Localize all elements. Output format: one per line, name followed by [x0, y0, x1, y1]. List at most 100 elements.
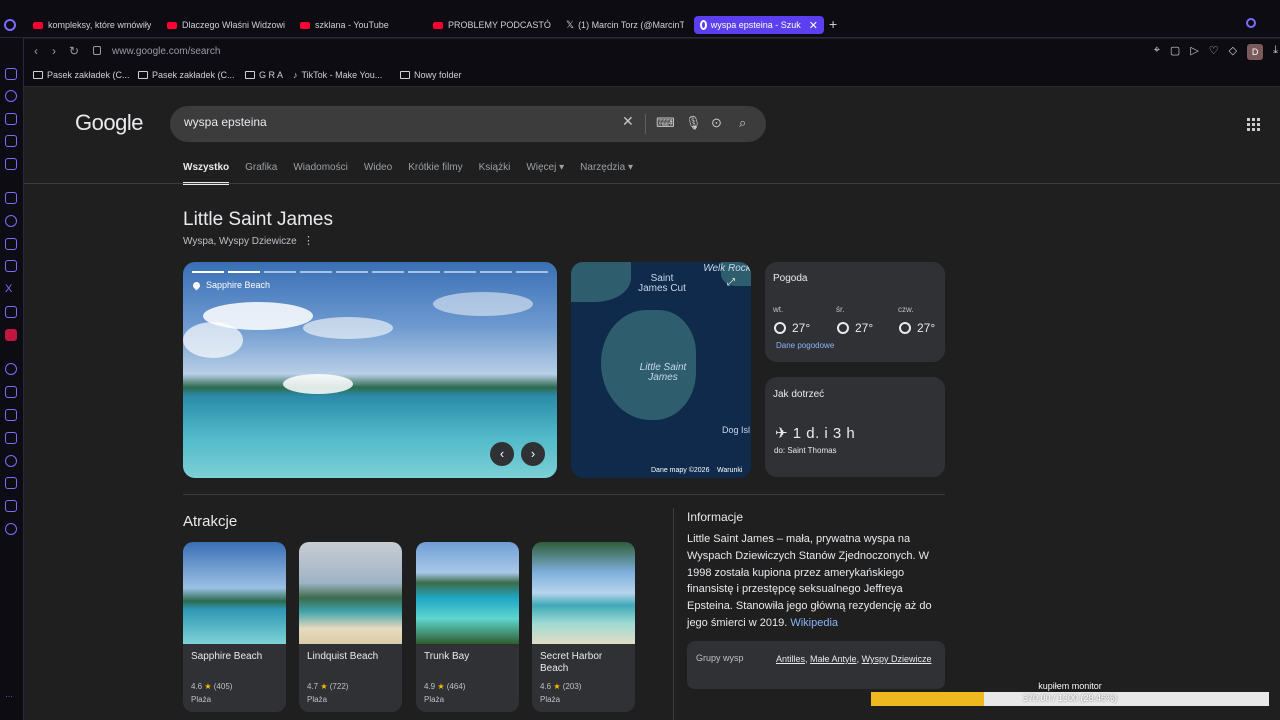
- extensions-icon[interactable]: ◇: [1229, 44, 1237, 60]
- snapshot-icon[interactable]: ▢: [1170, 44, 1180, 60]
- tab-2[interactable]: Dlaczego Właśni Widzowie: [167, 16, 285, 34]
- directions-card[interactable]: Jak dotrzeć ✈ 1 d. i 3 h do: Saint Thoma…: [765, 377, 945, 477]
- youtube-music-icon[interactable]: [5, 329, 17, 341]
- twitch-icon[interactable]: [5, 192, 17, 204]
- more-icon[interactable]: …: [5, 690, 17, 702]
- sidebar-app-icon[interactable]: [5, 113, 17, 125]
- search-input[interactable]: [184, 115, 604, 129]
- download-icon[interactable]: ⤓: [1273, 44, 1278, 60]
- group-link[interactable]: Małe Antyle: [810, 654, 857, 664]
- tab-5[interactable]: 𝕏 (1) Marcin Torz (@MarcinT: [566, 16, 684, 34]
- attraction-card[interactable]: Lindquist Beach 4.7 ★ (722) Plaża: [299, 542, 402, 712]
- weather-day: wt.: [773, 305, 784, 314]
- tab-3[interactable]: szklana - YouTube: [300, 16, 418, 34]
- telegram-icon[interactable]: [5, 238, 17, 250]
- star-icon: ★: [320, 682, 328, 691]
- more-options-icon[interactable]: ⋮: [303, 234, 314, 247]
- profile-avatar[interactable]: D: [1247, 44, 1264, 60]
- directions-title: Jak dotrzeć: [773, 389, 825, 400]
- group-link[interactable]: Wyspy Dziewicze: [862, 654, 932, 664]
- tab-books[interactable]: Książki: [479, 162, 511, 185]
- tab-bar: kompleksy, które wmówiły Dlaczego Właśni…: [0, 0, 1280, 38]
- spotify-icon[interactable]: [5, 363, 17, 375]
- back-icon[interactable]: ‹: [34, 44, 38, 58]
- weather-day: śr.: [836, 305, 845, 314]
- player-icon[interactable]: [5, 386, 17, 398]
- history-icon[interactable]: [5, 455, 17, 467]
- messenger-icon[interactable]: [5, 215, 17, 227]
- attraction-photo: [532, 542, 635, 644]
- cloud-shape: [303, 317, 393, 339]
- tab-more[interactable]: Więcej ▾: [526, 162, 564, 185]
- attraction-card[interactable]: Trunk Bay 4.9 ★ (464) Plaża: [416, 542, 519, 712]
- settings-icon[interactable]: [5, 523, 17, 535]
- attraction-card[interactable]: Secret Harbor Beach 4.6 ★ (203) Plaża: [532, 542, 635, 712]
- attraction-card[interactable]: Sapphire Beach 4.6 ★ (405) Plaża: [183, 542, 286, 712]
- bookmark-folder-2[interactable]: Pasek zakładek (C...: [138, 70, 235, 80]
- weather-card[interactable]: Pogoda wt. śr. czw. 27° 27° 27° Dane pog…: [765, 262, 945, 362]
- map-terms-link[interactable]: Warunki: [717, 467, 742, 474]
- forward-icon[interactable]: ›: [52, 44, 56, 58]
- new-tab-button[interactable]: +: [829, 16, 837, 32]
- prev-photo-button[interactable]: ‹: [490, 442, 514, 466]
- next-photo-button[interactable]: ›: [521, 442, 545, 466]
- tab-videos[interactable]: Wideo: [364, 162, 392, 185]
- youtube-icon: [300, 21, 310, 29]
- wallet-icon[interactable]: [5, 432, 17, 444]
- google-logo[interactable]: Google: [75, 110, 143, 136]
- clear-icon[interactable]: ✕: [622, 113, 634, 130]
- tab-4[interactable]: PROBLEMY PODCASTÓW: [433, 16, 551, 34]
- sidebar-app-icon[interactable]: [5, 135, 17, 147]
- photo-carousel[interactable]: Sapphire Beach ‹ ›: [183, 262, 557, 478]
- search-icon[interactable]: ⌕: [739, 115, 746, 131]
- instagram-icon[interactable]: [5, 260, 17, 272]
- mic-icon[interactable]: 🎙: [685, 115, 702, 131]
- keyboard-icon[interactable]: ⌨: [656, 115, 675, 131]
- weather-data-link[interactable]: Dane pogodowe: [776, 341, 834, 350]
- map-label: Dog Isl: [721, 425, 750, 435]
- search-tabs-icon[interactable]: [1246, 18, 1256, 28]
- tab-tools[interactable]: Narzędzia ▾: [580, 162, 633, 185]
- bookmark-folder-4[interactable]: Nowy folder: [400, 70, 462, 80]
- tab-6-active[interactable]: wyspa epsteina - Szuk ✕: [694, 16, 824, 34]
- pin-icon[interactable]: ⌖: [1154, 44, 1160, 60]
- map-preview[interactable]: Saint James Cut Welk Rock Little Saint J…: [571, 262, 751, 478]
- group-link[interactable]: Antilles: [776, 654, 805, 664]
- sidebar-app-icon[interactable]: [5, 90, 17, 102]
- url-field[interactable]: www.google.com/search: [112, 46, 220, 57]
- discord-icon[interactable]: [5, 306, 17, 318]
- download-icon[interactable]: [5, 477, 17, 489]
- tab-images[interactable]: Grafika: [245, 162, 277, 185]
- lens-icon[interactable]: ⊙: [711, 115, 722, 131]
- island-groups-values: Antilles, Małe Antyle, Wyspy Dziewicze: [776, 654, 932, 664]
- bookmark-tiktok[interactable]: ♪ TikTok - Make You...: [293, 70, 382, 80]
- tab-1[interactable]: kompleksy, które wmówiły: [33, 16, 151, 34]
- search-tabs: Wszystko Grafika Wiadomości Wideo Krótki…: [183, 162, 633, 185]
- folder-icon: [245, 71, 255, 79]
- expand-icon[interactable]: ⤢: [727, 277, 735, 288]
- search-box[interactable]: ✕ ⌨ 🎙 ⊙ ⌕: [170, 106, 766, 142]
- sidebar-app-icon[interactable]: [5, 68, 17, 80]
- tab-short-videos[interactable]: Krótkie filmy: [408, 162, 462, 185]
- x-icon[interactable]: X: [5, 283, 17, 295]
- extensions-icon[interactable]: [5, 500, 17, 512]
- heart-icon[interactable]: ♡: [1209, 44, 1219, 60]
- bookmark-folder-1[interactable]: Pasek zakładek (C...: [33, 70, 130, 80]
- sidebar-app-icon[interactable]: [5, 158, 17, 170]
- tab-news[interactable]: Wiadomości: [293, 162, 347, 185]
- reload-icon[interactable]: ↻: [69, 44, 79, 58]
- heart-icon[interactable]: [5, 409, 17, 421]
- bookmark-folder-3[interactable]: G R A: [245, 70, 283, 80]
- apps-icon[interactable]: [1247, 118, 1260, 131]
- browser-sidebar: X …: [0, 38, 24, 720]
- opera-logo-icon[interactable]: [4, 19, 16, 31]
- wikipedia-link[interactable]: Wikipedia: [790, 617, 838, 629]
- star-icon: ★: [553, 682, 561, 691]
- youtube-icon: [33, 21, 43, 29]
- address-bar: ‹ › ↻ www.google.com/search ⌖ ▢ ▷ ♡ ◇ D …: [24, 39, 1280, 65]
- attraction-name: Secret Harbor Beach: [540, 651, 603, 674]
- entity-title: Little Saint James: [183, 209, 333, 230]
- tab-all[interactable]: Wszystko: [183, 162, 230, 185]
- play-icon[interactable]: ▷: [1190, 44, 1198, 60]
- close-icon[interactable]: ✕: [809, 19, 818, 32]
